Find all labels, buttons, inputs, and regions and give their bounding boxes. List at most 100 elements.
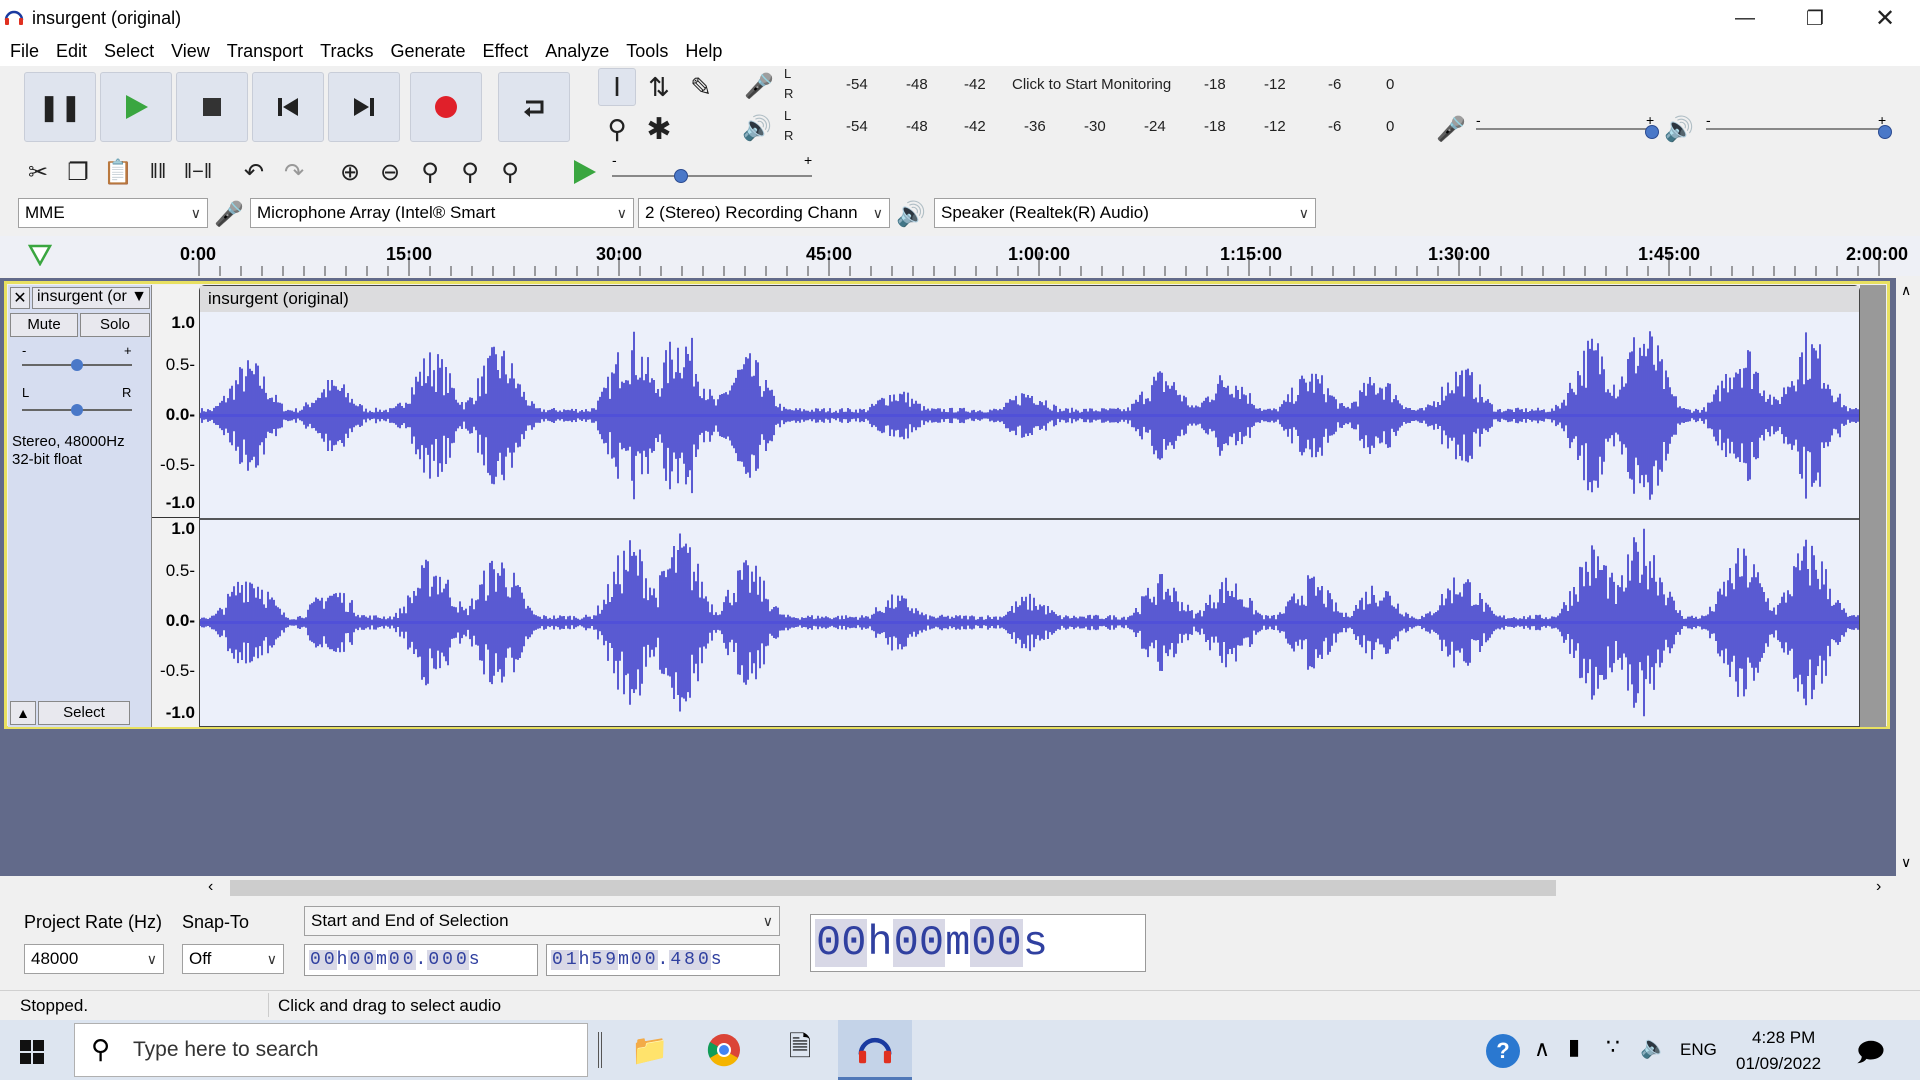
zoom-tool-button[interactable]: ⚲	[598, 110, 636, 148]
copy-icon[interactable]: ❐	[58, 158, 98, 187]
menu-transport[interactable]: Transport	[227, 41, 303, 62]
wifi-icon[interactable]: ∵	[1606, 1034, 1620, 1060]
timeline-label: 2:00:00	[1846, 244, 1909, 264]
menu-select[interactable]: Select	[104, 41, 154, 62]
help-icon[interactable]: ?	[1486, 1034, 1520, 1068]
chevron-up-icon[interactable]: ∧	[1534, 1036, 1550, 1062]
play-speed-slider[interactable]	[612, 175, 812, 177]
language-indicator[interactable]: ENG	[1680, 1040, 1717, 1060]
snap-to-value: Off	[189, 949, 212, 968]
zoom-out-icon[interactable]: ⊖	[370, 158, 410, 187]
redo-icon[interactable]: ↷	[274, 158, 314, 187]
snap-to-select[interactable]: Off ∨	[182, 944, 284, 974]
waveform[interactable]	[200, 312, 1859, 726]
play-button[interactable]	[100, 72, 172, 142]
zoom-in-icon[interactable]: ⊕	[330, 158, 370, 187]
mute-button[interactable]: Mute	[10, 313, 78, 337]
cut-icon[interactable]: ✂	[18, 158, 58, 187]
play-at-speed-icon[interactable]	[570, 158, 598, 186]
menu-edit[interactable]: Edit	[56, 41, 87, 62]
loop-button[interactable]	[498, 72, 570, 142]
scroll-right-icon[interactable]: ›	[1876, 878, 1881, 896]
trim-audio-icon[interactable]: ‖‖	[138, 161, 178, 184]
restore-button[interactable]: ❐	[1780, 0, 1850, 36]
clock-date[interactable]: 01/09/2022	[1736, 1054, 1821, 1074]
menu-analyze[interactable]: Analyze	[545, 41, 609, 62]
zoom-toggle-icon[interactable]: ⚲	[490, 158, 530, 187]
minimize-button[interactable]: —	[1710, 0, 1780, 36]
skip-to-end-button[interactable]	[328, 72, 400, 142]
menu-tools[interactable]: Tools	[626, 41, 668, 62]
paste-icon[interactable]: 📋	[98, 158, 138, 187]
track-control-panel[interactable]: ✕ insurgent (or ▼ Mute Solo - + L R Ster…	[8, 285, 151, 727]
skip-to-start-button[interactable]	[252, 72, 324, 142]
record-button[interactable]	[410, 72, 482, 142]
windows-start-icon[interactable]	[20, 1040, 44, 1064]
recording-channels-select[interactable]: 2 (Stereo) Recording Chann ∨	[638, 198, 890, 228]
microphone-icon[interactable]: 🎤	[744, 70, 774, 102]
horizontal-scrollbar[interactable]: ‹ ›	[200, 876, 1896, 900]
playback-volume-thumb[interactable]	[1878, 125, 1892, 139]
scroll-left-icon[interactable]: ‹	[208, 878, 213, 896]
menu-help[interactable]: Help	[685, 41, 722, 62]
amplitude-scale[interactable]: 1.0 0.5- 0.0- -0.5- -1.0 1.0 0.5- 0.0- -…	[151, 285, 200, 727]
audio-host-select[interactable]: MME ∨	[18, 198, 208, 228]
record-meter[interactable]: -54 -48 -42 Click to Start Monitoring -1…	[794, 68, 1404, 104]
microphone-icon: 🎤	[214, 200, 244, 228]
clip-title-bar[interactable]: insurgent (original)	[200, 286, 1859, 312]
audacity-taskbar-icon[interactable]	[838, 1020, 912, 1080]
select-track-button[interactable]: Select	[38, 701, 130, 725]
scroll-up-icon[interactable]: ∧	[1901, 282, 1911, 299]
recording-volume-thumb[interactable]	[1645, 125, 1659, 139]
speaker-icon[interactable]: 🔊	[742, 112, 772, 144]
playback-device-select[interactable]: Speaker (Realtek(R) Audio) ∨	[934, 198, 1316, 228]
silence-audio-icon[interactable]: ‖−‖	[178, 161, 218, 184]
menu-effect[interactable]: Effect	[483, 41, 529, 62]
collapse-track-icon[interactable]: ▲	[10, 701, 36, 725]
draw-tool-button[interactable]: ✎	[682, 68, 720, 106]
taskbar-search-box[interactable]: ⚲ Type here to search	[74, 1023, 588, 1077]
audio-position-time[interactable]: 00h00m00s	[810, 914, 1146, 972]
meter-tick: -30	[1084, 118, 1106, 135]
undo-icon[interactable]: ↶	[234, 158, 274, 187]
file-explorer-icon[interactable]: 📁	[620, 1020, 680, 1080]
envelope-tool-button[interactable]: ⇅	[640, 68, 678, 106]
pan-thumb[interactable]	[71, 404, 83, 416]
recording-volume-slider[interactable]	[1476, 128, 1656, 130]
play-speed-thumb[interactable]	[674, 169, 688, 183]
playback-volume-slider[interactable]	[1706, 128, 1888, 130]
notifications-icon[interactable]: 🗩	[1856, 1034, 1885, 1078]
close-track-icon[interactable]: ✕	[10, 287, 30, 309]
menu-generate[interactable]: Generate	[390, 41, 465, 62]
multi-tool-button[interactable]: ✱	[640, 110, 678, 148]
selection-tool-button[interactable]: I	[598, 68, 636, 106]
fit-project-icon[interactable]: ⚲	[450, 158, 490, 187]
selection-end-time[interactable]: 0 1h5 9m0 0.4 8 0s	[546, 944, 780, 976]
scroll-thumb[interactable]	[230, 880, 1556, 896]
chrome-icon[interactable]	[694, 1020, 754, 1080]
scroll-down-icon[interactable]: ∨	[1901, 854, 1911, 871]
play-head-icon[interactable]	[28, 244, 52, 266]
menu-tracks[interactable]: Tracks	[320, 41, 373, 62]
gain-thumb[interactable]	[71, 359, 83, 371]
vertical-scrollbar[interactable]: ∧ ∨	[1896, 278, 1920, 876]
solo-button[interactable]: Solo	[80, 313, 150, 337]
selection-start-time[interactable]: 0 0h0 0m0 0.0 0 0s	[304, 944, 538, 976]
battery-icon[interactable]: ▮	[1568, 1034, 1580, 1060]
monitor-label[interactable]: Click to Start Monitoring	[1012, 76, 1171, 93]
menu-view[interactable]: View	[171, 41, 210, 62]
track-name-menu[interactable]: insurgent (or ▼	[32, 287, 150, 309]
stop-button[interactable]	[176, 72, 248, 142]
fit-selection-icon[interactable]: ⚲	[410, 158, 450, 187]
selection-mode-select[interactable]: Start and End of Selection ∨	[304, 906, 780, 936]
recording-device-select[interactable]: Microphone Array (Intel® Smart ∨	[250, 198, 634, 228]
close-button[interactable]: ✕	[1850, 0, 1920, 36]
notepad-icon[interactable]: 🗎	[770, 1020, 830, 1080]
clock-time[interactable]: 4:28 PM	[1752, 1028, 1815, 1048]
volume-icon[interactable]: 🔈	[1640, 1034, 1667, 1060]
playback-meter[interactable]: -54 -48 -42 -36 -30 -24 -18 -12 -6 0	[794, 110, 1404, 146]
menu-file[interactable]: File	[10, 41, 39, 62]
project-rate-select[interactable]: 48000 ∨	[24, 944, 164, 974]
pause-button[interactable]: ❚❚	[24, 72, 96, 142]
track-right-edge	[1860, 285, 1886, 727]
